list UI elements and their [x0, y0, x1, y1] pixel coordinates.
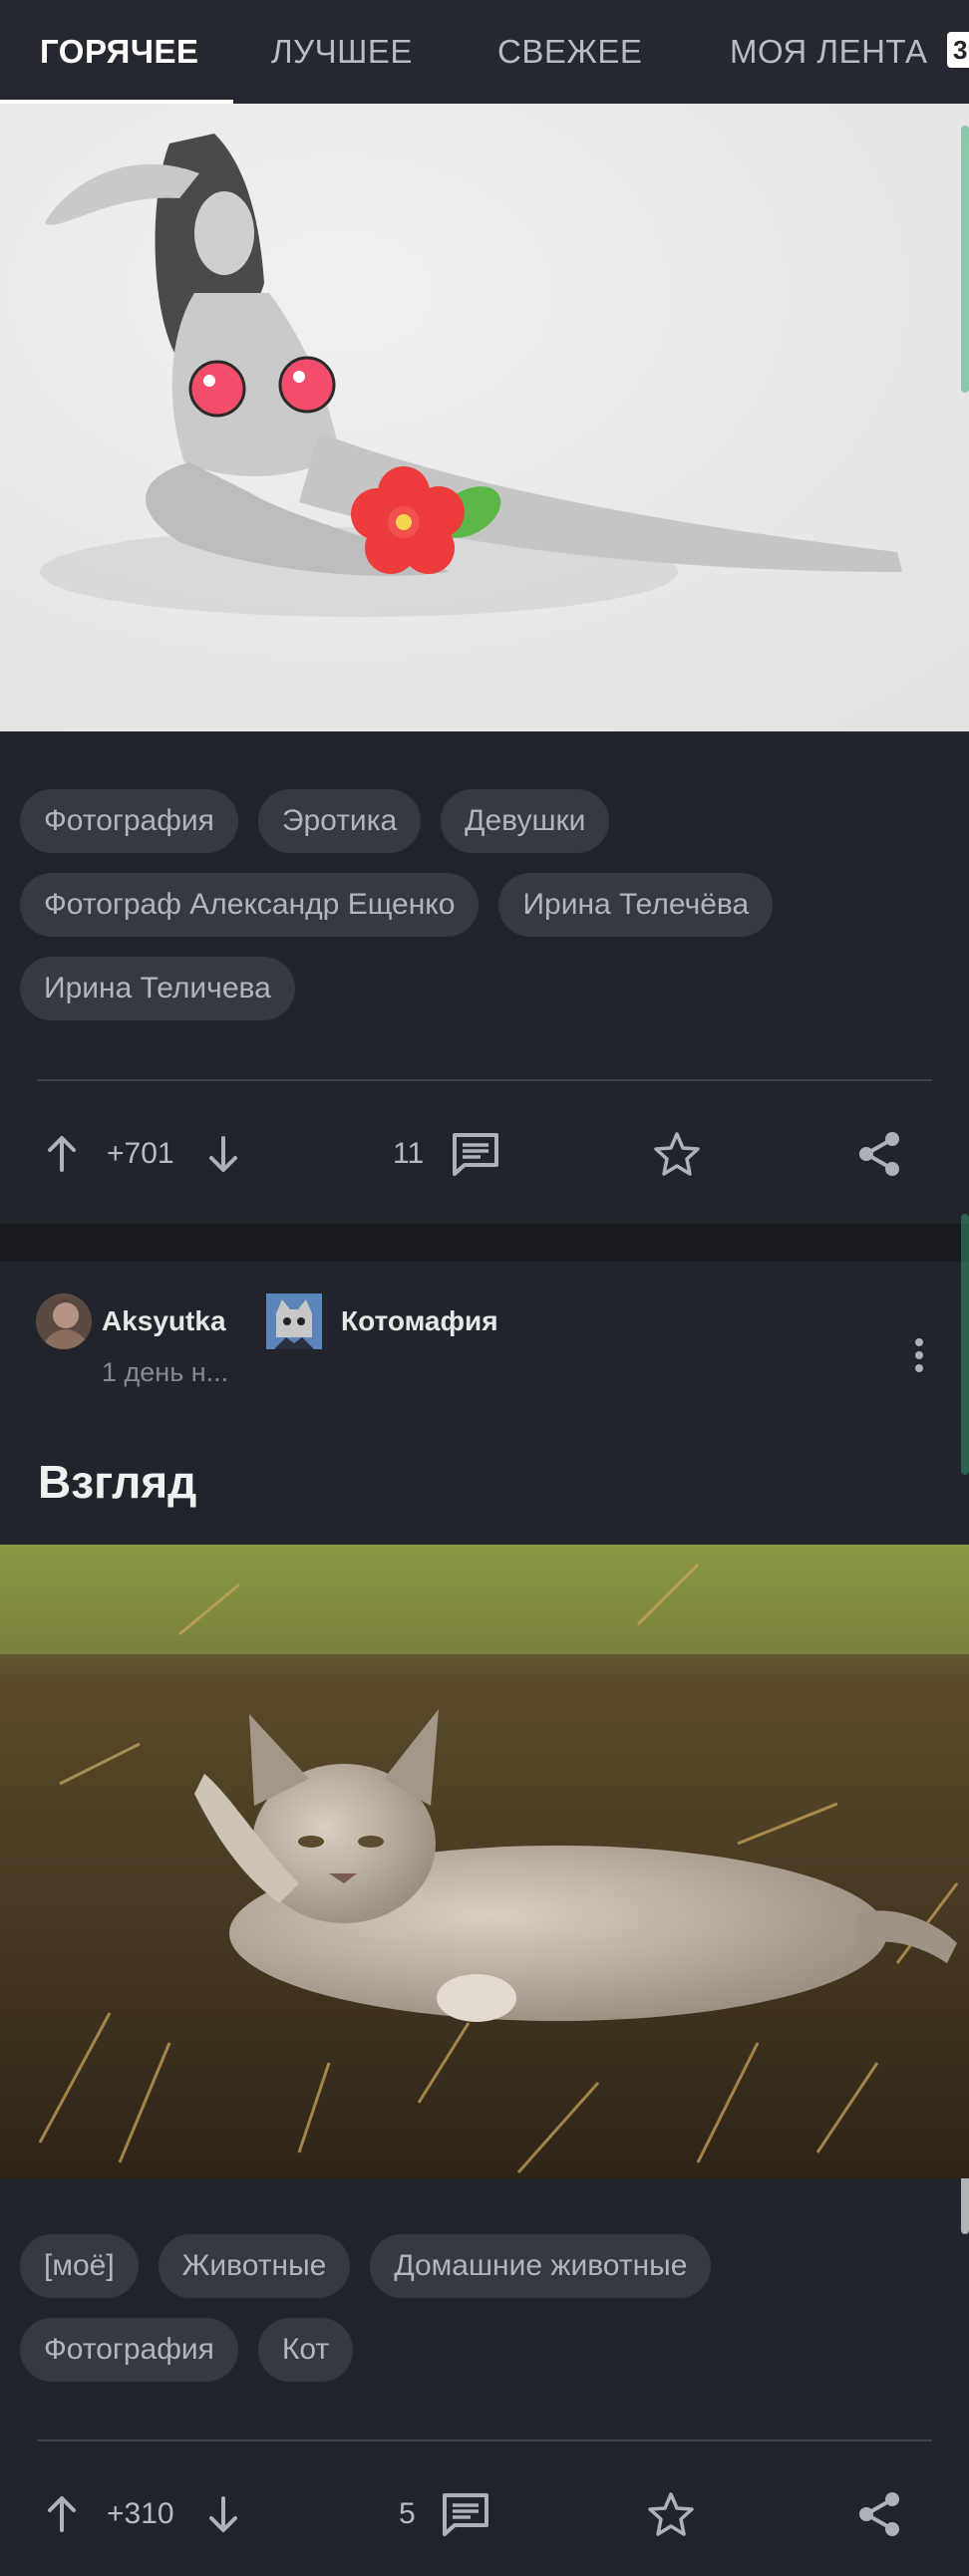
- post-menu-button[interactable]: [899, 1331, 939, 1379]
- post-separator: [0, 1224, 969, 1262]
- share-icon: [859, 2492, 899, 2536]
- post-actions: +310 5: [0, 2469, 969, 2559]
- tab-best[interactable]: ЛУЧШЕЕ: [271, 0, 413, 104]
- share-button[interactable]: [855, 2469, 903, 2559]
- downvote-button[interactable]: [205, 1109, 241, 1199]
- scroll-indicator: [961, 126, 969, 393]
- comments-button[interactable]: [441, 2469, 490, 2559]
- avatar[interactable]: [36, 1293, 92, 1349]
- post-actions: +701 11: [0, 1109, 969, 1199]
- tag-chip[interactable]: Кот: [257, 2318, 354, 2382]
- rating-value: +310: [107, 2497, 174, 2530]
- tag-chip[interactable]: Фотография: [20, 789, 238, 853]
- tag-chip[interactable]: Девушки: [441, 789, 610, 853]
- comment-count: 5: [399, 2497, 416, 2530]
- arrow-down-icon: [209, 1136, 237, 1172]
- post-tags: Фотография Эротика Девушки Фотограф Алек…: [20, 789, 947, 1020]
- top-tab-bar: ГОРЯЧЕЕ ЛУЧШЕЕ СВЕЖЕЕ МОЯ ЛЕНТА 3: [0, 0, 969, 104]
- tag-chip[interactable]: Фотограф Александр Ещенко: [20, 873, 480, 937]
- favorite-button[interactable]: [652, 1109, 702, 1199]
- divider: [37, 1079, 932, 1081]
- comments-button[interactable]: [451, 1109, 500, 1199]
- rating-value: +701: [107, 1137, 174, 1170]
- post-tags: [моё] Животные Домашние животные Фотогра…: [20, 2234, 947, 2382]
- feed-count-badge: 3: [947, 32, 969, 68]
- tab-hot[interactable]: ГОРЯЧЕЕ: [40, 0, 199, 104]
- author-name[interactable]: Aksyutka: [102, 1305, 226, 1337]
- cat-mafia-icon: [266, 1293, 322, 1349]
- tag-chip[interactable]: Эротика: [257, 789, 422, 853]
- share-button[interactable]: [855, 1109, 903, 1199]
- more-vertical-icon: [915, 1338, 923, 1372]
- community-name[interactable]: Котомафия: [341, 1305, 498, 1337]
- upvote-button[interactable]: [44, 2469, 80, 2559]
- post-title[interactable]: Взгляд: [38, 1455, 196, 1509]
- tag-chip[interactable]: Ирина Телечёва: [498, 873, 774, 937]
- arrow-up-icon: [48, 2496, 76, 2532]
- tag-chip[interactable]: Ирина Теличева: [20, 957, 295, 1020]
- arrow-up-icon: [48, 1136, 76, 1172]
- tag-chip[interactable]: Домашние животные: [370, 2234, 712, 2298]
- upvote-button[interactable]: [44, 1109, 80, 1199]
- divider: [37, 2439, 932, 2441]
- comment-icon: [453, 1133, 498, 1176]
- arrow-down-icon: [209, 2496, 237, 2532]
- comment-count: 11: [393, 1137, 425, 1170]
- post-image[interactable]: [0, 1545, 969, 2178]
- comment-icon: [443, 2493, 488, 2536]
- share-icon: [859, 1132, 899, 1176]
- scroll-indicator: [961, 1214, 969, 1475]
- post-time: 1 день н...: [102, 1357, 229, 1387]
- downvote-button[interactable]: [205, 2469, 241, 2559]
- tab-my-feed[interactable]: МОЯ ЛЕНТА: [730, 0, 928, 104]
- tag-chip[interactable]: [моё]: [20, 2234, 139, 2298]
- post-image[interactable]: [0, 104, 969, 731]
- post-photo-artwork: [0, 1545, 969, 2178]
- tag-chip[interactable]: Фотография: [20, 2318, 238, 2382]
- star-icon: [648, 2492, 694, 2536]
- tag-chip[interactable]: Животные: [158, 2234, 351, 2298]
- avatar-image: [36, 1293, 92, 1349]
- community-icon[interactable]: [266, 1293, 322, 1349]
- post-photo-artwork: [0, 104, 969, 731]
- favorite-button[interactable]: [646, 2469, 696, 2559]
- star-icon: [654, 1132, 700, 1176]
- tab-fresh[interactable]: СВЕЖЕЕ: [497, 0, 642, 104]
